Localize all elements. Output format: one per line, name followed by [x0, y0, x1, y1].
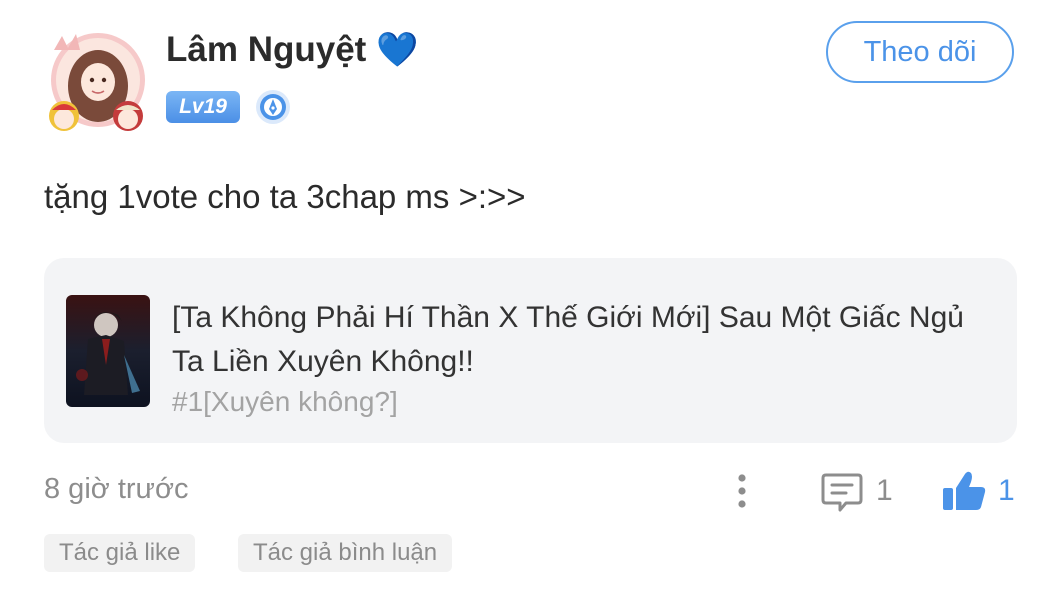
more-options-icon[interactable]: [728, 470, 756, 514]
level-badge: Lv19: [166, 91, 240, 123]
comment-icon[interactable]: [820, 470, 864, 514]
story-cover: [66, 295, 150, 407]
like-icon[interactable]: [940, 468, 988, 514]
comment-count: 1: [876, 474, 893, 507]
story-chapter: #1[Xuyên không?]: [172, 386, 398, 417]
username[interactable]: Lâm Nguyệt 💙: [166, 30, 419, 70]
username-text: Lâm Nguyệt: [166, 30, 367, 69]
tag-author-like: Tác giả like: [44, 534, 196, 572]
level-text: Lv19: [179, 95, 227, 118]
follow-button[interactable]: Theo dõi: [826, 21, 1014, 83]
blue-heart-icon: 💙: [376, 31, 419, 69]
post-text: tặng 1vote cho ta 3chap ms >:>>: [44, 178, 526, 215]
post-time: 8 giờ trước: [44, 473, 189, 505]
avatar-image: [49, 33, 145, 131]
follow-button-label: Theo dõi: [863, 35, 977, 68]
story-card[interactable]: [Ta Không Phải Hí Thần X Thế Giới Mới] S…: [44, 258, 1017, 443]
avatar[interactable]: [40, 28, 150, 138]
story-title: [Ta Không Phải Hí Thần X Thế Giới Mới] S…: [172, 301, 964, 378]
tag-author-comment: Tác giả bình luận: [238, 534, 453, 572]
like-count: 1: [998, 474, 1015, 507]
author-badge-icon: [255, 89, 291, 125]
